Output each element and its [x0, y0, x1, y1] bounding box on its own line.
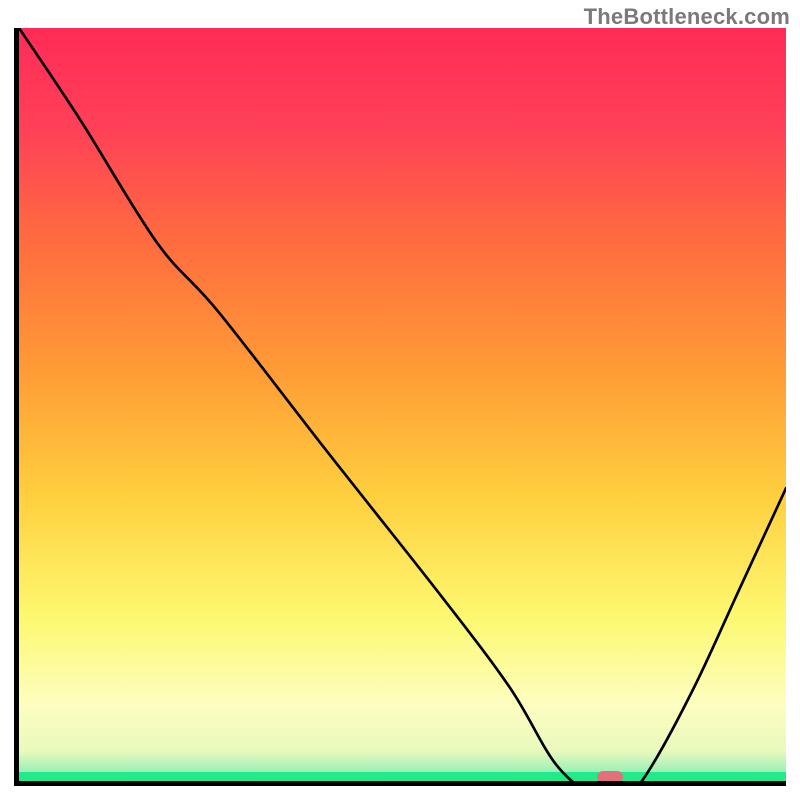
- attribution-label: TheBottleneck.com: [584, 4, 790, 30]
- optimal-point-marker: [597, 771, 623, 783]
- curve-path: [19, 28, 786, 786]
- chart-plot-area: [14, 28, 786, 786]
- bottleneck-curve: [19, 28, 786, 786]
